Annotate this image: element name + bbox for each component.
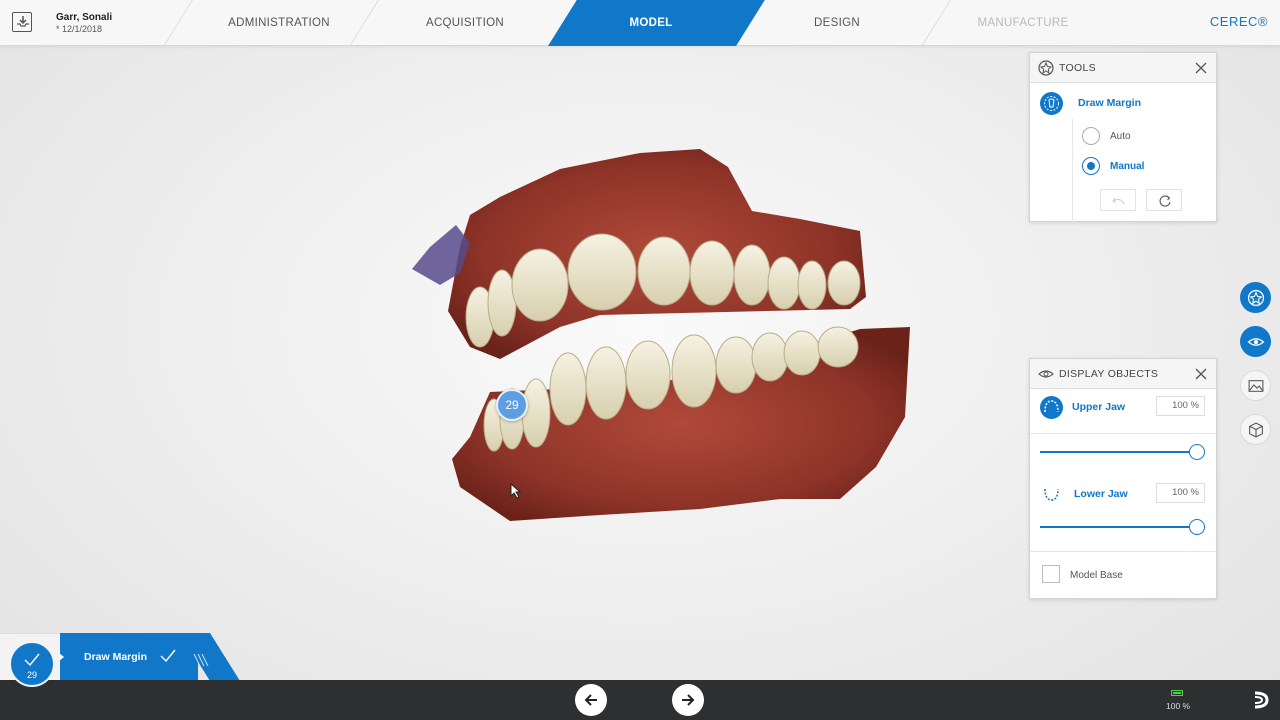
upper-jaw-opacity-slider[interactable] [1040, 451, 1200, 453]
tooth-margin-icon[interactable] [1040, 92, 1063, 115]
tools-star-icon [1247, 289, 1264, 306]
divider [1030, 433, 1216, 434]
mouse-cursor-icon [510, 483, 522, 499]
cube-icon [1248, 421, 1263, 438]
bottom-bar: 100 % [0, 680, 1280, 720]
eye-icon [1247, 337, 1264, 346]
tools-side-strip [1030, 119, 1073, 222]
tools-panel-header: TOOLS [1030, 53, 1216, 83]
radio-auto-label: Auto [1110, 131, 1131, 142]
radio-auto[interactable] [1082, 127, 1100, 145]
tooth-number-badge[interactable]: 29 [496, 389, 528, 421]
display-panel-header: DISPLAY OBJECTS [1030, 359, 1216, 389]
tools-star-icon [1038, 60, 1054, 76]
patient-dob: * 12/1/2018 [56, 24, 103, 34]
tab-model[interactable]: MODEL [562, 0, 740, 46]
refresh-icon [1159, 195, 1171, 207]
close-icon[interactable] [1194, 367, 1208, 381]
radio-manual-label: Manual [1110, 161, 1145, 172]
next-button[interactable] [672, 684, 704, 716]
tools-toggle-button[interactable] [1240, 282, 1271, 313]
close-icon[interactable] [1194, 61, 1208, 75]
display-toggle-button[interactable] [1240, 326, 1271, 357]
radio-manual[interactable] [1082, 157, 1100, 175]
display-panel-title: DISPLAY OBJECTS [1059, 368, 1159, 380]
tab-acquisition[interactable]: ACQUISITION [376, 0, 554, 46]
arrow-left-icon [584, 694, 597, 706]
image-view-button[interactable] [1240, 370, 1271, 401]
previous-button[interactable] [575, 684, 607, 716]
lower-jaw-slider-thumb[interactable] [1189, 519, 1205, 535]
tools-panel-title: TOOLS [1059, 62, 1096, 74]
model-base-checkbox[interactable] [1042, 565, 1060, 583]
step-pointer-icon [59, 653, 64, 661]
patient-download-icon[interactable] [12, 12, 32, 32]
upper-jaw-slider-thumb[interactable] [1189, 444, 1205, 460]
object-view-button[interactable] [1240, 414, 1271, 445]
patient-name: Garr, Sonali [56, 12, 113, 23]
phase-bar: Garr, Sonali * 12/1/2018 ADMINISTRATION … [0, 0, 1280, 46]
undo-button[interactable] [1100, 189, 1136, 211]
upper-jaw-opacity-input[interactable]: 100 % [1156, 396, 1205, 416]
image-icon [1248, 379, 1263, 392]
step-tooth-number: 29 [26, 670, 37, 680]
lower-jaw-label: Lower Jaw [1074, 488, 1128, 500]
check-icon [160, 649, 176, 663]
step-label: Draw Margin [84, 651, 148, 663]
upper-jaw-icon[interactable] [1040, 396, 1063, 419]
arrow-right-icon [682, 694, 695, 706]
battery-level: 100 % [1166, 701, 1191, 711]
lower-jaw-opacity-slider[interactable] [1040, 526, 1200, 528]
upper-jaw-label: Upper Jaw [1072, 401, 1126, 413]
eye-icon [1038, 370, 1054, 378]
step-indicator[interactable]: 29 [9, 641, 55, 687]
lower-jaw-opacity-input[interactable]: 100 % [1156, 483, 1205, 503]
model-base-label: Model Base [1070, 570, 1123, 581]
tools-panel: TOOLS Draw Margin Auto Manual [1029, 52, 1217, 222]
divider [1030, 551, 1216, 552]
battery-icon [1171, 690, 1183, 696]
lower-jaw-icon[interactable] [1040, 482, 1063, 505]
display-objects-panel: DISPLAY OBJECTS Upper Jaw 100 % Lower Ja… [1029, 358, 1217, 599]
draw-margin-tool-label[interactable]: Draw Margin [1078, 97, 1141, 109]
undo-icon [1112, 197, 1125, 205]
dentsply-logo-icon[interactable] [1253, 691, 1269, 709]
reset-button[interactable] [1146, 189, 1182, 211]
tab-design[interactable]: DESIGN [748, 0, 926, 46]
tab-administration[interactable]: ADMINISTRATION [190, 0, 368, 46]
tab-manufacture[interactable]: MANUFACTURE [934, 0, 1112, 46]
check-icon [24, 653, 40, 667]
phase-separator [163, 0, 193, 46]
brand-logo: CEREC® [1209, 14, 1268, 29]
grip-icon [193, 653, 209, 667]
